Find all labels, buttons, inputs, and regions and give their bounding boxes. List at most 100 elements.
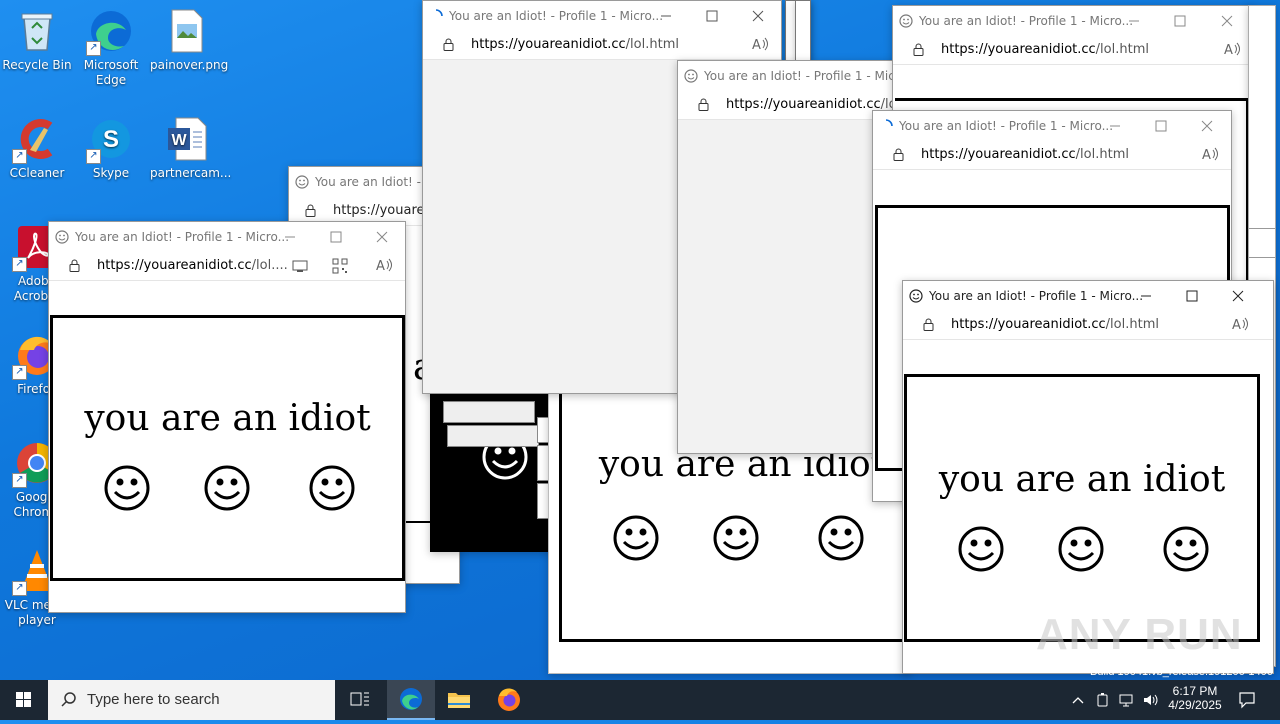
desktop-icon-recycle-bin[interactable]: Recycle Bin (0, 8, 74, 73)
minimize-icon[interactable] (1125, 12, 1143, 30)
image-file-icon (164, 8, 210, 54)
address-bar[interactable]: https://youareanidiot.cc/lol.... A (49, 252, 405, 281)
stacked-window-edge (1249, 228, 1275, 258)
smiley-favicon-icon (295, 175, 309, 189)
notification-icon[interactable] (1238, 691, 1256, 709)
smiley-favicon-icon (55, 230, 69, 244)
desktop: Recycle Bin ↗ Microsoft Edge painover.pn… (0, 0, 1280, 680)
read-aloud-icon[interactable]: A (751, 36, 769, 52)
idiot-page-box[interactable]: you are an idiot (50, 315, 405, 581)
read-aloud-icon[interactable]: A (1201, 146, 1219, 162)
qr-code-icon[interactable] (332, 258, 348, 274)
volume-icon[interactable] (1142, 692, 1160, 708)
firefox-icon (498, 688, 520, 711)
taskbar-edge-button[interactable] (387, 680, 435, 720)
title-bar[interactable]: You are an Idiot! - Profile 1 - Micro... (49, 222, 405, 252)
smiley-face-icon (818, 515, 864, 561)
desktop-icon-label: partnercam... (150, 166, 232, 180)
network-icon[interactable] (1118, 692, 1136, 708)
smiley-face-icon (613, 515, 659, 561)
taskbar-firefox-button[interactable] (485, 680, 533, 720)
app-available-icon[interactable] (291, 259, 309, 273)
anyrun-watermark: ANY RUN (1036, 610, 1243, 659)
close-icon[interactable] (749, 7, 767, 25)
battery-icon[interactable] (1095, 692, 1111, 708)
edge-icon (400, 688, 422, 710)
title-bar[interactable]: You are an Idiot! - Profile 1 - Micro... (678, 61, 898, 91)
read-aloud-icon[interactable]: A (1231, 316, 1249, 332)
shortcut-arrow-icon: ↗ (12, 473, 27, 488)
url-text: https://youareanidiot.cc/lol.html (951, 317, 1159, 332)
title-bar[interactable]: You are an Idiot! - Profile 1 - Micro... (893, 6, 1253, 36)
shortcut-arrow-icon: ↗ (86, 41, 101, 56)
url-text: https://youareanidiot.cc/lol.... (97, 258, 288, 273)
maximize-icon[interactable] (703, 7, 721, 25)
minimize-icon[interactable] (1106, 117, 1124, 135)
desktop-icon-label: painover.png (150, 58, 229, 72)
stacked-window-edge[interactable] (447, 425, 539, 447)
address-bar[interactable]: https://youareanidiot.cc/lol.html A (893, 36, 1253, 65)
taskbar-search-box[interactable]: Type here to search (48, 680, 335, 720)
address-bar[interactable]: https://youareanidiot.cc/lol.html (678, 91, 898, 120)
loading-spinner-icon (435, 9, 443, 17)
read-aloud-icon[interactable]: A (1223, 41, 1241, 57)
task-view-icon (350, 692, 369, 706)
browser-window[interactable]: You are an Idiot! - Profile 1 - Micro...… (48, 221, 406, 613)
maximize-icon[interactable] (1183, 287, 1201, 305)
lock-icon (913, 43, 924, 56)
maximize-icon[interactable] (327, 228, 345, 246)
idiot-message: you are an idiot (84, 398, 371, 439)
window-title: You are an Idiot! - Profile 1 - Micro... (919, 14, 1134, 28)
desktop-icon-label: CCleaner (9, 166, 65, 180)
taskbar: Type here to search 6:17 PM 4/29/2025 (0, 680, 1280, 720)
window-title: You are an Idiot! - Profile 1 - Micro... (899, 119, 1114, 133)
desktop-icon-label: Skype (92, 166, 130, 180)
edge-icon: ↗ (86, 8, 134, 56)
desktop-icon-skype[interactable]: S ↗ Skype (74, 116, 148, 181)
svg-text:A: A (1202, 148, 1211, 162)
title-bar[interactable]: You are an Idiot! - Profile 1 - Micro... (903, 281, 1273, 311)
desktop-icon-partnercam[interactable]: W partnercam... (150, 116, 232, 181)
maximize-icon[interactable] (1171, 12, 1189, 30)
stacked-window-edge[interactable] (795, 0, 811, 62)
window-title: You are an Idiot! - Profile 1 - Micro... (449, 9, 664, 23)
minimize-icon[interactable] (281, 228, 299, 246)
lock-icon (443, 38, 454, 51)
close-icon[interactable] (1198, 117, 1216, 135)
desktop-icon-ccleaner[interactable]: ↗ CCleaner (0, 116, 74, 181)
title-bar[interactable]: You are an Idiot! - Profile 1 - Micro... (873, 111, 1231, 141)
taskbar-explorer-button[interactable] (435, 680, 483, 720)
maximize-icon[interactable] (1152, 117, 1170, 135)
desktop-icon-edge[interactable]: ↗ Microsoft Edge (74, 8, 148, 88)
smiley-face-icon (1163, 526, 1209, 572)
clock[interactable]: 6:17 PM 4/29/2025 (1164, 684, 1226, 712)
address-bar[interactable]: https://youareanidiot.cc/lol.html A (423, 31, 781, 60)
browser-window[interactable]: You are an Idiot! - Profile 1 - Micro...… (677, 60, 899, 454)
url-text: https://youare (333, 203, 425, 218)
task-view-button[interactable] (336, 680, 384, 720)
search-icon (61, 692, 76, 707)
close-icon[interactable] (1218, 12, 1236, 30)
close-icon[interactable] (1229, 287, 1247, 305)
window-title: You are an Idiot! - Pr (315, 175, 437, 189)
idiot-page-box[interactable]: you are an idiot (904, 374, 1260, 642)
title-bar[interactable]: You are an Idiot! - Profile 1 - Micro... (423, 1, 781, 31)
start-button[interactable] (0, 680, 48, 720)
smiley-favicon-icon (899, 14, 913, 28)
window-title: You are an Idiot! - Profile 1 - Micro... (929, 289, 1144, 303)
browser-window[interactable] (430, 380, 562, 552)
svg-text:W: W (171, 132, 187, 149)
read-aloud-icon[interactable]: A (375, 257, 393, 273)
lock-icon (698, 98, 709, 111)
stacked-window-edge[interactable] (443, 401, 535, 423)
address-bar[interactable]: https://youareanidiot.cc/lol.html A (903, 311, 1273, 340)
clock-time: 6:17 PM (1172, 684, 1218, 698)
chevron-up-icon[interactable] (1072, 694, 1084, 706)
close-icon[interactable] (373, 228, 391, 246)
window-title: You are an Idiot! - Profile 1 - Micro... (704, 69, 899, 83)
minimize-icon[interactable] (657, 7, 675, 25)
desktop-icon-painover[interactable]: painover.png (150, 8, 229, 73)
minimize-icon[interactable] (1137, 287, 1155, 305)
address-bar[interactable]: https://youareanidiot.cc/lol.html A (873, 141, 1231, 170)
word-document-icon: W (164, 116, 210, 162)
